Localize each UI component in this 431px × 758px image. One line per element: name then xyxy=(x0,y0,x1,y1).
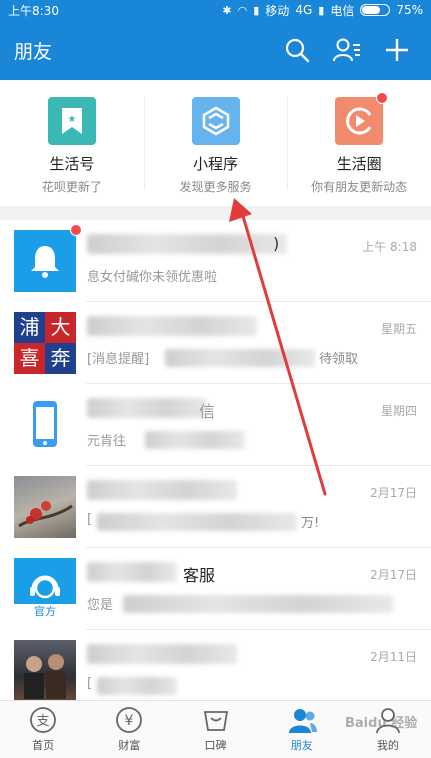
header-bar: 朋友 xyxy=(0,20,431,80)
conversation-preview: 您是 xyxy=(87,598,114,613)
tab-friends[interactable]: 朋友 xyxy=(259,701,345,758)
conversation-time: 2月17日 xyxy=(370,568,417,582)
network-type: 4G xyxy=(295,3,313,17)
tab-wealth[interactable]: ¥ 财富 xyxy=(86,701,172,758)
entry-label: 生活号 xyxy=(49,155,95,173)
search-icon[interactable] xyxy=(277,30,317,70)
entry-label: 生活圈 xyxy=(336,155,382,173)
tab-koubei[interactable]: 口碑 xyxy=(172,701,258,758)
conversation-preview-tail: 待领取 xyxy=(319,352,359,367)
conversation-preview: [ xyxy=(87,676,93,691)
conversation-time: 星期四 xyxy=(380,404,417,418)
carrier-1: 移动 xyxy=(265,3,290,18)
tab-label: 首页 xyxy=(32,739,55,752)
add-icon[interactable] xyxy=(377,30,417,70)
entry-subtitle: 你有朋友更新动态 xyxy=(311,180,408,194)
tab-label: 口碑 xyxy=(204,739,227,752)
entry-subtitle: 发现更多服务 xyxy=(179,180,252,194)
blurred-name xyxy=(87,480,237,500)
conversation-row[interactable]: 浦 大 喜 奔 [消息提醒] 待领取 星期五 xyxy=(0,302,431,384)
shop-avatar: 浦 大 喜 奔 xyxy=(14,312,76,374)
customer-service-icon: 官方 xyxy=(14,558,76,620)
status-time: 上午8:30 xyxy=(8,3,59,18)
tab-label: 财富 xyxy=(118,739,141,752)
conversation-preview: [消息提醒] xyxy=(87,352,150,367)
entry-mini-program[interactable]: 小程序 发现更多服务 xyxy=(143,80,288,206)
conversation-time: 2月11日 xyxy=(370,650,417,664)
conversation-row[interactable]: ) 息女付碱你未领优惠啦 上午 8:18 xyxy=(0,220,431,302)
life-circle-icon xyxy=(335,92,389,145)
svg-text:¥: ¥ xyxy=(125,713,134,729)
wifi-icon: ◠ xyxy=(237,3,248,17)
tab-label: 朋友 xyxy=(290,739,313,752)
name-tail: 信 xyxy=(199,402,216,421)
battery-percent: 75% xyxy=(396,3,423,17)
mini-program-icon xyxy=(191,97,240,145)
blurred-message xyxy=(97,677,177,695)
signal-icon: ▮ xyxy=(253,3,260,17)
conversation-time: 星期五 xyxy=(380,322,417,336)
entry-subtitle: 花呗更新了 xyxy=(41,180,102,194)
blurred-message xyxy=(123,595,393,613)
status-bar: 上午8:30 ✱ ◠ ▮ 移动 4G ▮ 电信 75% xyxy=(0,0,431,20)
conversation-preview-tail: 万! xyxy=(301,516,320,531)
name-tail: ) xyxy=(273,234,280,253)
bookmark-icon: ★ xyxy=(47,97,96,145)
entry-life-account[interactable]: ★ 生活号 花呗更新了 xyxy=(0,80,144,206)
conversation-list: ) 息女付碱你未领优惠啦 上午 8:18 浦 大 喜 奔 [消息提醒] 待领取 … xyxy=(0,220,431,700)
blurred-message xyxy=(97,513,297,531)
flower-photo xyxy=(14,476,76,538)
blurred-message xyxy=(145,431,245,449)
conversation-time: 上午 8:18 xyxy=(362,240,417,254)
page-title: 朋友 xyxy=(14,40,53,63)
blurred-message xyxy=(165,349,315,367)
koubei-icon xyxy=(203,711,228,731)
conversation-row[interactable]: 信 元肯往 星期四 xyxy=(0,384,431,466)
alipay-icon: 支 xyxy=(30,707,56,733)
blurred-name xyxy=(87,398,207,418)
contacts-icon[interactable] xyxy=(327,30,367,70)
quick-entries: ★ 生活号 花呗更新了 小程序 发现更多服务 生活圈 你有朋友更新动态 xyxy=(0,80,431,206)
official-label: 官方 xyxy=(14,604,76,620)
conversation-preview: 元肯往 xyxy=(87,434,127,449)
blurred-name xyxy=(87,234,287,254)
bell-icon xyxy=(14,224,82,292)
tab-label: 我的 xyxy=(376,739,399,752)
carrier-2: 电信 xyxy=(330,3,355,18)
friends-icon xyxy=(288,709,317,733)
notification-badge xyxy=(376,92,389,104)
conversation-preview: [ xyxy=(87,512,93,527)
signal-icon-2: ▮ xyxy=(318,3,325,17)
blurred-name xyxy=(87,562,177,582)
entry-life-circle[interactable]: 生活圈 你有朋友更新动态 xyxy=(287,80,431,206)
phone-icon xyxy=(14,394,76,456)
watermark: Baidu 经验 xyxy=(345,716,418,731)
people-photo xyxy=(14,640,76,700)
svg-text:支: 支 xyxy=(37,714,50,729)
blurred-name xyxy=(87,316,257,336)
tab-home[interactable]: 支 首页 xyxy=(0,701,86,758)
conversation-row[interactable]: [ 万! 2月17日 xyxy=(0,466,431,548)
conversation-row[interactable]: [ 2月11日 xyxy=(0,630,431,700)
unread-badge xyxy=(70,224,82,236)
battery-icon xyxy=(360,4,391,16)
conversation-time: 2月17日 xyxy=(370,486,417,500)
name-tail: 客服 xyxy=(183,566,216,585)
svg-text:★: ★ xyxy=(67,114,76,125)
wealth-icon: ¥ xyxy=(116,707,143,733)
conversation-preview: 息女付碱你未领优惠啦 xyxy=(87,270,218,285)
battery-fill xyxy=(362,6,381,14)
bluetooth-icon: ✱ xyxy=(222,3,232,17)
blurred-name xyxy=(87,644,237,664)
entry-label: 小程序 xyxy=(193,155,239,173)
conversation-row[interactable]: 官方 客服 您是 2月17日 xyxy=(0,548,431,630)
